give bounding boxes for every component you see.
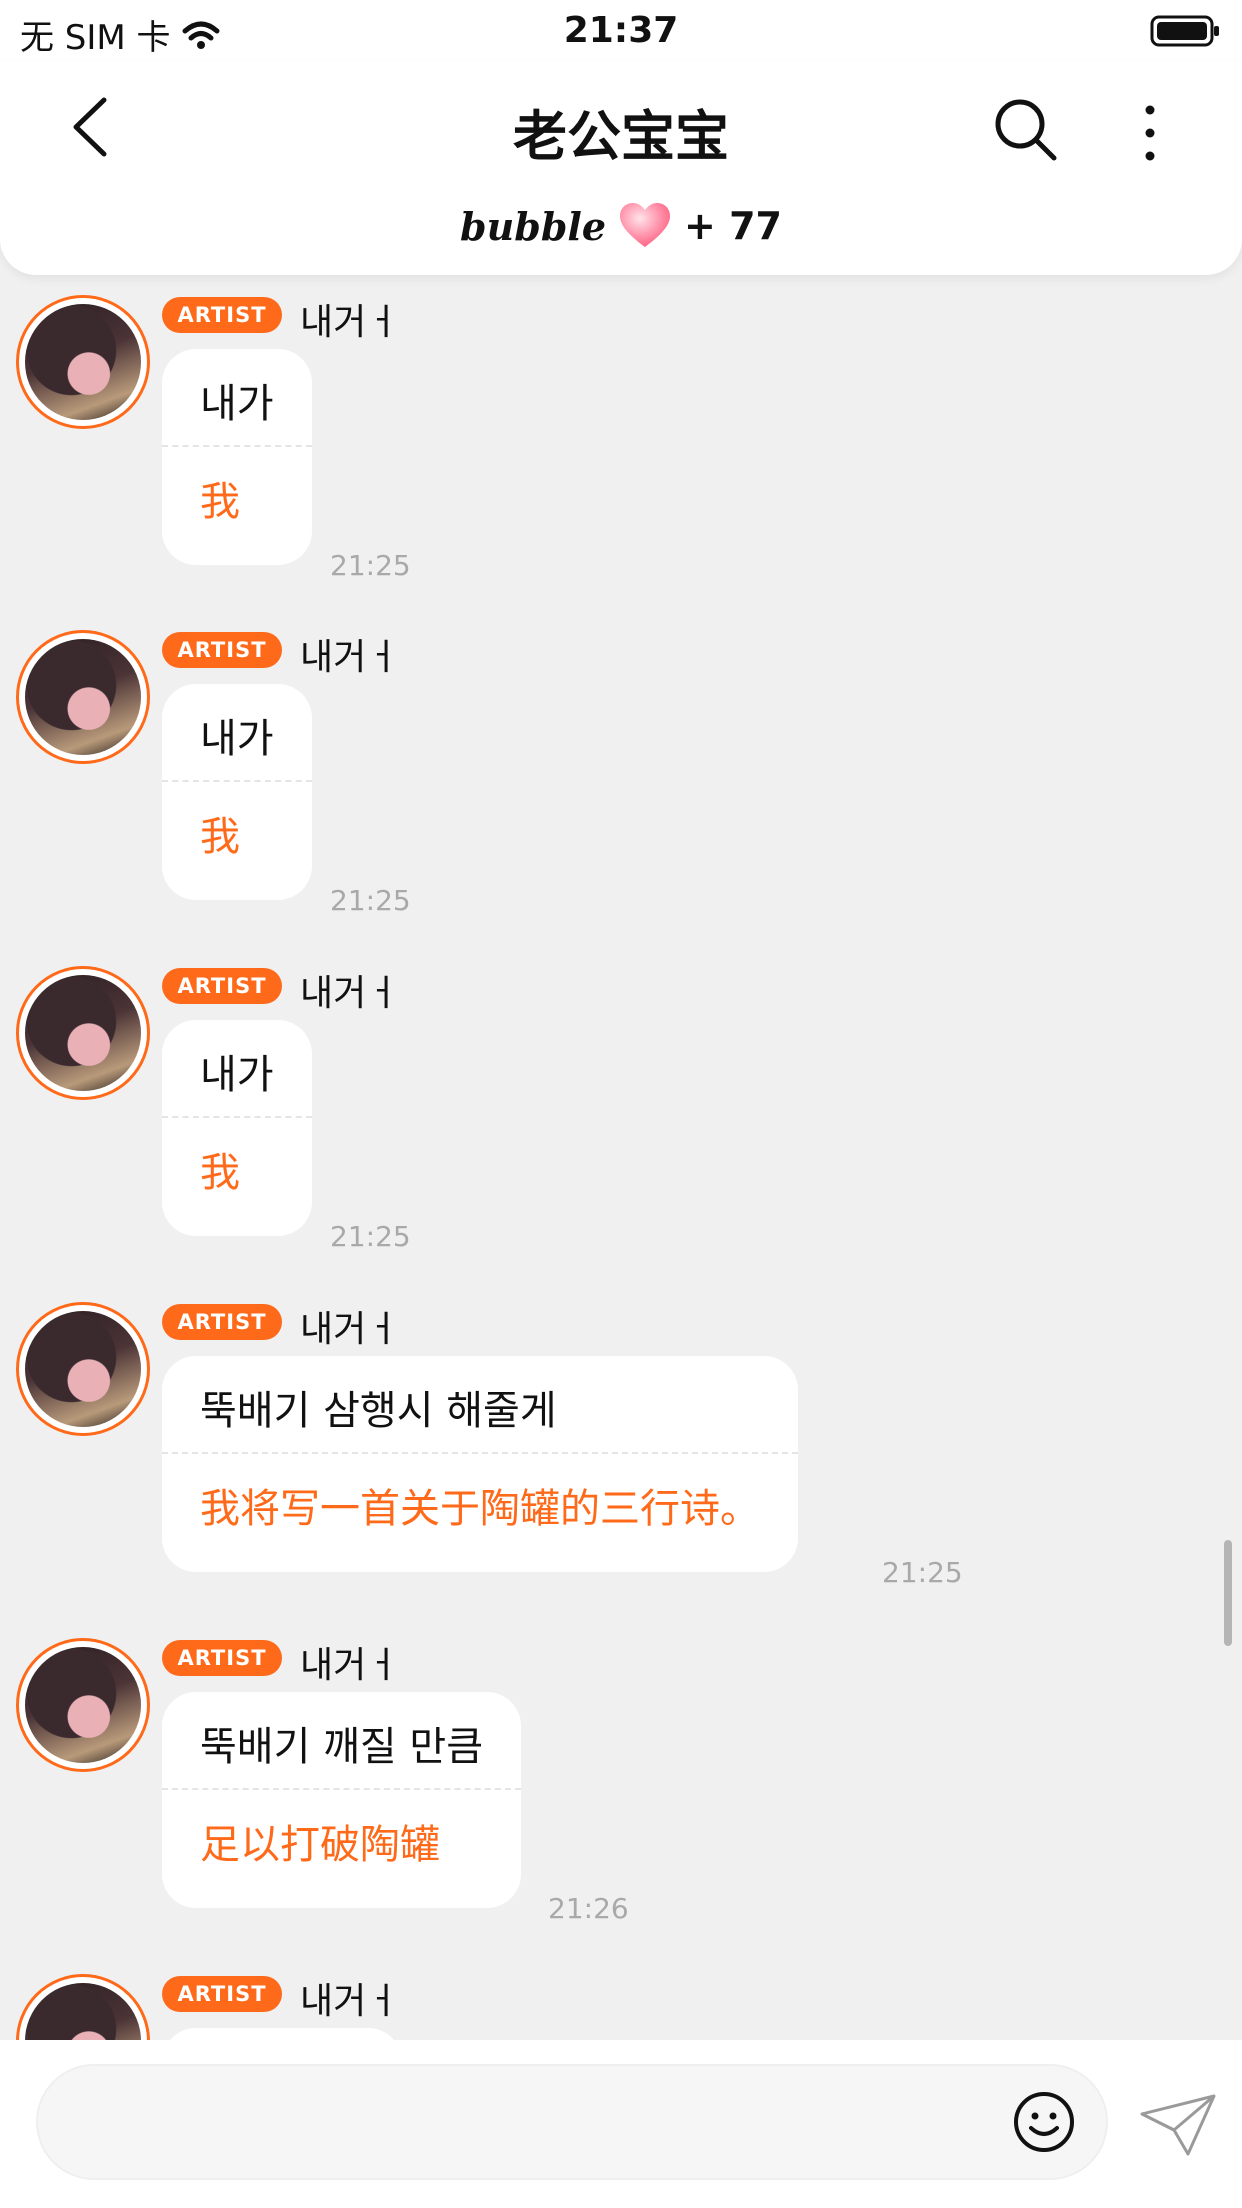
message-translation: 足以打破陶罐 — [200, 1822, 440, 1868]
scrollbar[interactable] — [1224, 1540, 1232, 1646]
message-translation: 我 — [200, 1150, 240, 1196]
message-input[interactable] — [36, 2064, 1108, 2180]
sender-name: 내거ㅓ — [300, 637, 400, 678]
search-icon[interactable] — [990, 94, 1060, 164]
message-time: 21:25 — [330, 1220, 411, 1253]
artist-badge: ARTIST — [162, 1304, 282, 1340]
message-original: 내가 — [200, 716, 274, 762]
bubble-logo: bubble — [460, 203, 606, 249]
sender-name: 내거ㅓ — [300, 1309, 400, 1350]
sender-name: 내거ㅓ — [300, 302, 400, 343]
message-bubble[interactable]: 내가 我 — [162, 349, 312, 565]
sender-name: 내거ㅓ — [300, 1981, 400, 2022]
status-bar: 无 SIM 卡 21:37 — [0, 0, 1242, 62]
message-time: 21:25 — [330, 549, 411, 582]
avatar-image — [25, 1647, 141, 1763]
artist-badge: ARTIST — [162, 297, 282, 333]
message-translation: 我将写一首关于陶罐的三行诗。 — [200, 1486, 760, 1532]
message-time: 21:25 — [330, 884, 411, 917]
bubble-count: + 77 — [684, 204, 782, 248]
message-bubble[interactable]: 뚝배기 삼행시 해줄게 我将写一首关于陶罐的三行诗。 — [162, 1356, 798, 1572]
sender-name: 내거ㅓ — [300, 973, 400, 1014]
message-time: 21:25 — [882, 1556, 963, 1589]
avatar-image — [25, 975, 141, 1091]
avatar-image — [25, 639, 141, 755]
battery-icon — [1150, 15, 1219, 47]
message-bubble[interactable]: 뚝배기 깨질 만큼 足以打破陶罐 — [162, 1692, 522, 1908]
artist-badge: ARTIST — [162, 968, 282, 1004]
avatar[interactable] — [16, 1638, 150, 1772]
avatar[interactable] — [16, 630, 150, 764]
avatar-image — [25, 304, 141, 420]
chat-header: 老公宝宝 bubble + 77 — [0, 62, 1242, 275]
avatar[interactable] — [16, 966, 150, 1100]
smiley-icon[interactable] — [1012, 2090, 1076, 2154]
heart-icon — [620, 203, 670, 247]
message-original: 내가 — [200, 381, 274, 427]
avatar-image — [25, 1311, 141, 1427]
message-bubble[interactable]: 내가 我 — [162, 684, 312, 900]
bubble-subscription[interactable]: bubble + 77 — [0, 202, 1242, 250]
avatar[interactable] — [16, 1302, 150, 1436]
avatar[interactable] — [16, 295, 150, 429]
message-translation: 我 — [200, 814, 240, 860]
composer-bar — [0, 2040, 1242, 2208]
message-original: 내가 — [200, 1052, 274, 1098]
message-translation: 我 — [200, 479, 240, 525]
message-original: 뚝배기 삼행시 해줄게 — [200, 1388, 557, 1434]
message-time: 21:26 — [548, 1892, 629, 1925]
sender-name: 내거ㅓ — [300, 1645, 400, 1686]
artist-badge: ARTIST — [162, 1976, 282, 2012]
more-vertical-icon[interactable] — [1130, 98, 1170, 168]
message-bubble[interactable]: 내가 我 — [162, 1020, 312, 1236]
paper-plane-icon[interactable] — [1138, 2092, 1218, 2158]
artist-badge: ARTIST — [162, 632, 282, 668]
message-original: 뚝배기 깨질 만큼 — [200, 1724, 484, 1770]
artist-badge: ARTIST — [162, 1640, 282, 1676]
clock: 21:37 — [563, 10, 679, 51]
